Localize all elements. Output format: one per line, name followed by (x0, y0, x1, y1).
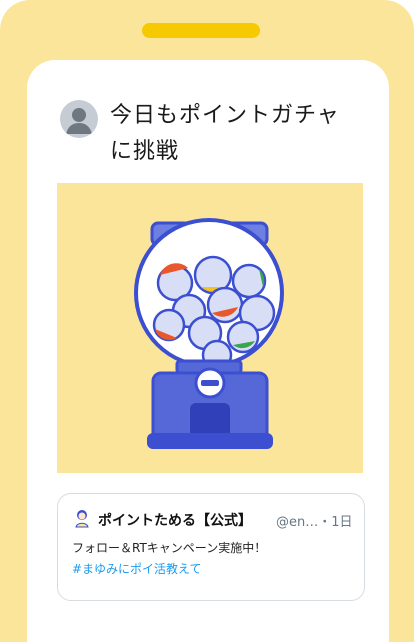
embed-body-text: フォロー＆RTキャンペーン実施中！ (72, 541, 267, 555)
post-image[interactable] (57, 183, 363, 473)
post-title-line-1: 今日もポイントガチャ (110, 103, 340, 128)
embed-hashtag-link[interactable]: #まゆみにポイ活教えて (72, 560, 201, 577)
post-title-line-2: に挑戦 (110, 139, 180, 164)
embedded-tweet-card[interactable]: ポイントためる【公式】 @en…・1日 フォロー＆RTキャンペーン実施中！ #ま… (57, 493, 365, 601)
character-avatar-icon[interactable] (72, 508, 92, 528)
embed-account-name[interactable]: ポイントためる【公式】 (98, 510, 252, 530)
post-title: 今日もポイントガチャ に挑戦 (110, 98, 360, 170)
gachapon-machine-icon (134, 218, 284, 449)
user-avatar-icon[interactable] (60, 100, 98, 138)
phone-notch (142, 23, 260, 38)
embed-handle-and-time: @en…・1日 (276, 515, 353, 530)
